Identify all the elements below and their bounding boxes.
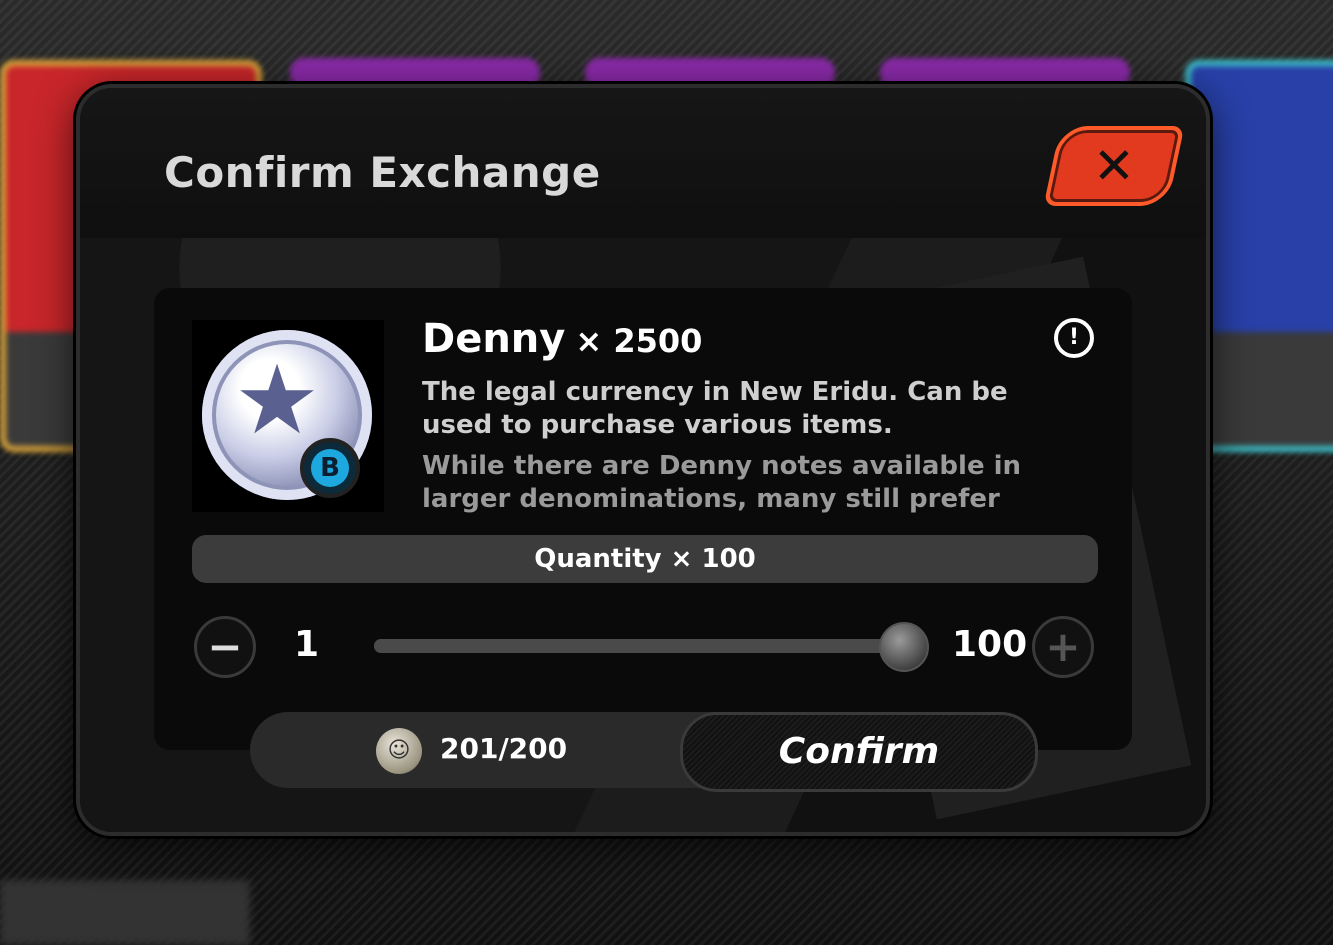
rank-badge: B [300,438,360,498]
item-amount: × 2500 [575,322,703,360]
rank-letter: B [311,449,349,487]
item-image: ★ B [192,320,384,512]
dialog-header: Confirm Exchange ✕ [80,88,1206,238]
item-name: Denny [422,316,566,362]
cost-amount: 201/200 [440,732,568,765]
decrease-button[interactable]: − [194,616,256,678]
slider-fill [374,639,914,653]
increase-button[interactable]: + [1032,616,1094,678]
background-element [0,880,250,945]
star-emblem-icon: ★ [233,344,321,456]
info-icon[interactable]: ! [1054,318,1094,358]
item-lore: While there are Denny notes available in… [422,451,1022,514]
close-icon: ✕ [1093,137,1135,195]
confirm-exchange-dialog: Confirm Exchange ✕ ★ B Denny × 2500 ! The… [76,84,1210,836]
minus-icon: − [207,622,243,671]
slider-min-value: 1 [294,624,320,665]
token-coin-icon: ☺ [376,728,422,774]
slider-max-value: 100 [952,624,1028,665]
item-description: The legal currency in New Eridu. Can be … [422,377,1008,440]
close-button[interactable]: ✕ [1043,126,1185,206]
plus-icon: + [1045,622,1081,671]
quantity-slider-thumb[interactable] [879,622,929,672]
item-title: Denny × 2500 [422,316,702,362]
quantity-slider-track[interactable] [374,639,914,653]
confirm-button[interactable]: Confirm [680,712,1038,792]
dialog-title: Confirm Exchange [164,148,601,197]
quantity-label: Quantity × 100 [192,535,1098,583]
